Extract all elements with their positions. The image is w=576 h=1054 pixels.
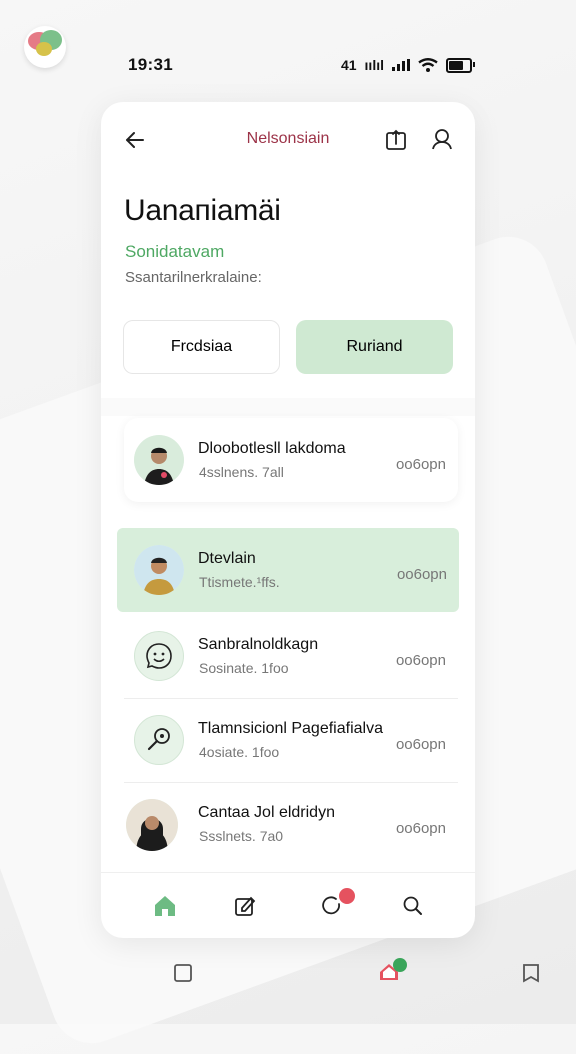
status-time: 19:31 bbox=[128, 55, 173, 74]
top-nav: Nelsonsiain bbox=[101, 102, 475, 176]
list-item[interactable]: Cantaa Jol eldridyn Ssslnets. 7a0 oo6opn bbox=[124, 782, 458, 866]
primary-action-button[interactable]: Frcdsiaa bbox=[123, 320, 280, 374]
profile-caption: Ssantarilnerkralaine: bbox=[125, 269, 262, 286]
secondary-action-button[interactable]: Ruriand bbox=[296, 320, 453, 374]
list-item[interactable]: Tlamnsicionl Pagefiafialva 4osiate. 1foo… bbox=[124, 698, 458, 783]
status-bar: 19:31 41 ıılıl bbox=[128, 54, 475, 76]
contact-time: oo6opn bbox=[395, 820, 446, 837]
contact-detail: Sosinate. 1foo bbox=[199, 660, 289, 676]
signal-icon bbox=[392, 59, 410, 71]
share-icon[interactable] bbox=[385, 129, 407, 151]
wifi-icon bbox=[418, 58, 438, 72]
page-title: Uanaпiamäi bbox=[124, 194, 281, 227]
list-item[interactable]: Dloobotlesll lakdoma 4sslnens. 7all oo6o… bbox=[124, 418, 458, 502]
section-divider bbox=[101, 398, 475, 416]
contact-name: Tlamnsicionl Pagefiafialva bbox=[198, 720, 383, 737]
square-icon[interactable] bbox=[172, 962, 194, 984]
bookmark-icon[interactable] bbox=[520, 962, 542, 984]
main-card: Nelsonsiain Uanaпiamäi Sonidatavam Ssant… bbox=[101, 102, 475, 938]
list-item[interactable]: Dtevlain Ttismete.¹ffs. oo6opn bbox=[117, 528, 459, 612]
contact-time: oo6opn bbox=[395, 652, 446, 669]
home-icon[interactable] bbox=[152, 893, 178, 919]
contact-time: oo6opn bbox=[395, 456, 446, 473]
contact-detail: Ssslnets. 7a0 bbox=[199, 828, 284, 844]
carrier-label: 41 bbox=[340, 57, 357, 73]
smile-icon bbox=[146, 643, 172, 669]
nav-title: Nelsonsiain bbox=[246, 130, 330, 147]
contact-name: Dloobotlesll lakdoma bbox=[198, 440, 346, 457]
contact-detail: Ttismete.¹ffs. bbox=[199, 574, 280, 590]
avatar bbox=[134, 631, 184, 681]
contact-time: oo6opn bbox=[395, 736, 446, 753]
avatar bbox=[126, 799, 178, 851]
home-button-icon[interactable] bbox=[378, 956, 408, 982]
profile-icon[interactable] bbox=[431, 128, 453, 150]
contact-detail: 4sslnens. 7all bbox=[199, 464, 284, 480]
bottom-nav bbox=[101, 872, 475, 938]
signal-label: ıılıl bbox=[364, 57, 384, 73]
list-item[interactable]: Sanbralnoldkagn Sosinate. 1foo oo6opn bbox=[124, 614, 458, 699]
battery-icon bbox=[446, 57, 475, 73]
avatar bbox=[134, 715, 184, 765]
contact-name: Cantaa Jol eldridyn bbox=[198, 804, 335, 821]
search-tool-icon bbox=[147, 728, 170, 751]
contact-time: oo6opn bbox=[396, 566, 447, 583]
avatar bbox=[134, 545, 184, 595]
contact-detail: 4osiate. 1foo bbox=[199, 744, 280, 760]
avatar bbox=[134, 435, 184, 485]
search-icon[interactable] bbox=[400, 893, 426, 919]
contact-name: Dtevlain bbox=[198, 550, 256, 567]
profile-subtitle: Sonidatavam bbox=[125, 242, 225, 261]
edit-icon[interactable] bbox=[232, 893, 258, 919]
app-logo bbox=[24, 26, 66, 68]
notification-badge bbox=[337, 886, 357, 906]
contact-name: Sanbralnoldkagn bbox=[198, 636, 319, 653]
